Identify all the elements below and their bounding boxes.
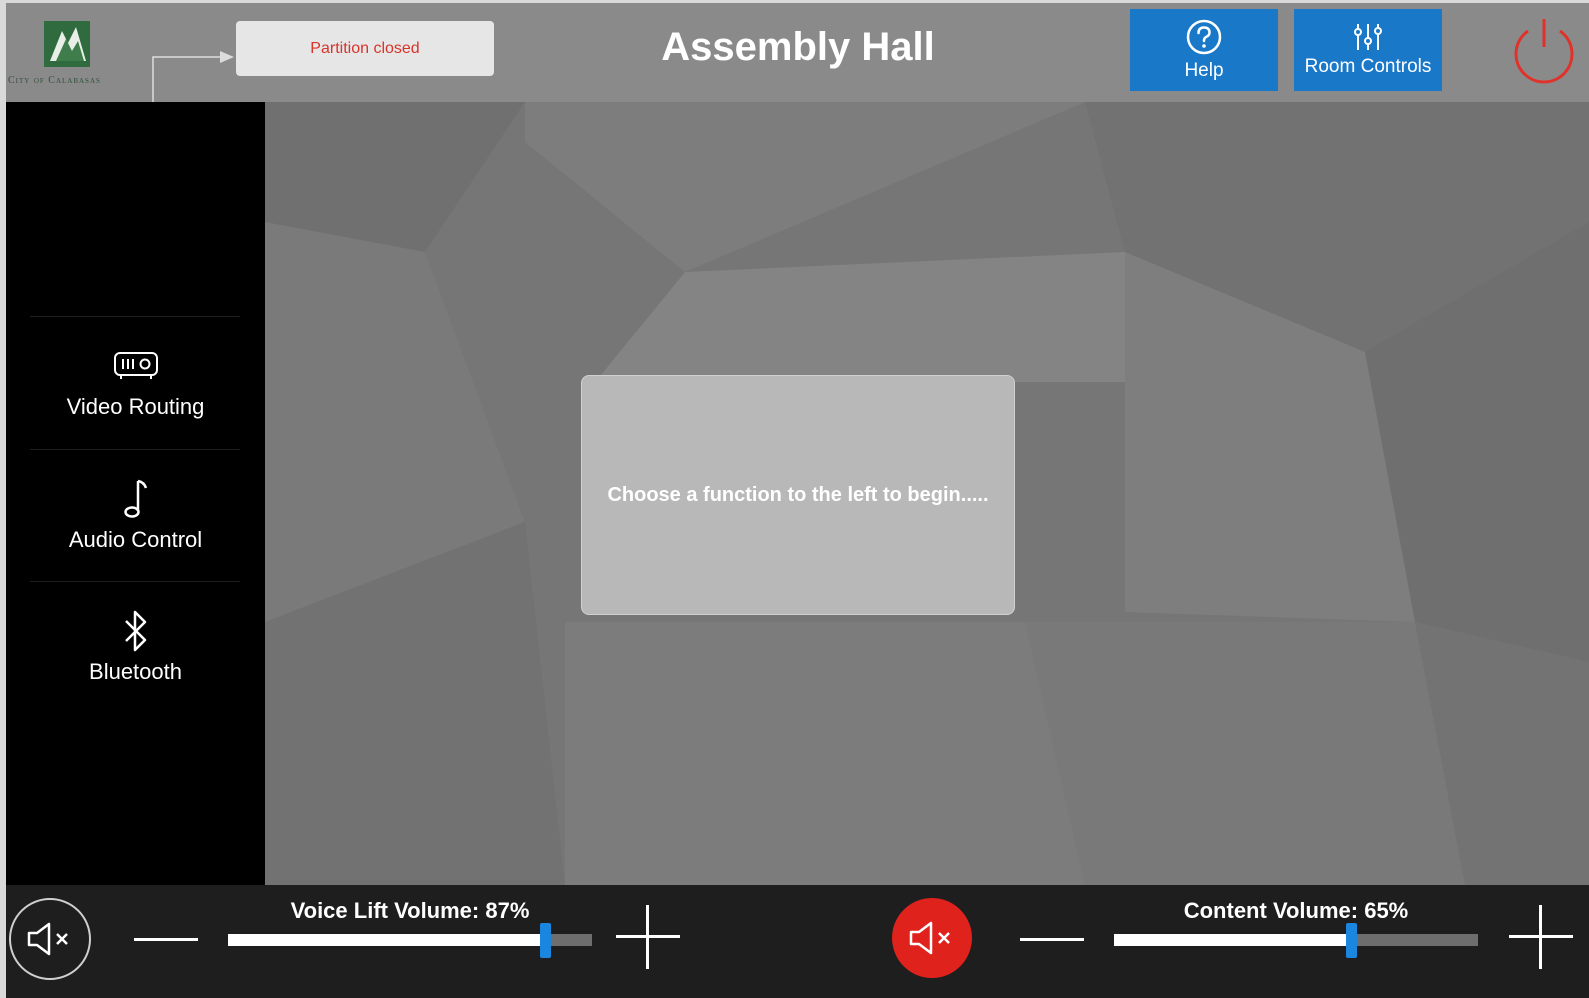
voice-lift-volume-label: Voice Lift Volume: 87%: [290, 898, 530, 923]
city-seal-icon: [44, 21, 90, 67]
main-content-area: Choose a function to the left to begin..…: [265, 102, 1589, 885]
function-sidebar: Video Routing Audio Control Bluetooth: [6, 102, 265, 885]
speaker-mute-icon: [27, 922, 68, 956]
content-volume-label: Content Volume: 65%: [1183, 898, 1409, 923]
volume-footer: Voice Lift Volume: 87% Content Volume: 6…: [6, 885, 1589, 998]
voice-lift-mute-button[interactable]: [9, 898, 91, 980]
plus-icon: [616, 905, 680, 969]
content-volume-down-button[interactable]: [1020, 925, 1084, 955]
projector-icon: [113, 352, 158, 379]
content-mute-button[interactable]: [892, 898, 972, 978]
sidebar-item-bluetooth[interactable]: Bluetooth: [6, 582, 265, 712]
touch-panel: City of Calabasas Partition closed Assem…: [6, 3, 1589, 998]
sidebar-item-audio-control[interactable]: Audio Control: [6, 450, 265, 580]
help-icon: [1186, 19, 1222, 55]
room-title: Assembly Hall: [661, 25, 935, 69]
voice-lift-volume-fill: [228, 934, 545, 946]
minus-icon: [134, 938, 198, 941]
sliders-icon: [1354, 24, 1382, 50]
room-controls-label: Room Controls: [1304, 56, 1432, 77]
plus-icon: [1509, 905, 1573, 969]
help-label: Help: [1184, 60, 1224, 81]
sidebar-item-label: Video Routing: [66, 394, 205, 419]
sidebar-item-label: Bluetooth: [89, 659, 182, 684]
voice-lift-volume-slider[interactable]: [228, 923, 592, 958]
header-bar: City of Calabasas Partition closed Assem…: [6, 3, 1589, 125]
sidebar-item-video-routing[interactable]: Video Routing: [6, 317, 265, 447]
content-volume-fill: [1114, 934, 1351, 946]
bluetooth-icon: [124, 610, 146, 652]
content-volume-up-button[interactable]: [1509, 905, 1573, 969]
content-volume-thumb[interactable]: [1346, 923, 1357, 958]
voice-lift-volume-thumb[interactable]: [540, 923, 551, 958]
speaker-mute-icon: [909, 921, 950, 955]
partition-status[interactable]: Partition closed: [236, 21, 494, 76]
prompt-message: Choose a function to the left to begin..…: [581, 375, 1015, 615]
sidebar-item-label: Audio Control: [68, 527, 203, 552]
city-logo: City of Calabasas: [6, 21, 132, 91]
music-note-icon: [123, 479, 147, 518]
voice-lift-volume-down-button[interactable]: [134, 925, 198, 955]
help-button[interactable]: Help: [1130, 9, 1278, 91]
minus-icon: [1020, 938, 1084, 941]
power-icon[interactable]: [1506, 17, 1589, 87]
room-controls-button[interactable]: Room Controls: [1294, 9, 1442, 91]
logo-text: City of Calabasas: [8, 75, 101, 86]
content-volume-slider[interactable]: [1114, 923, 1478, 958]
voice-lift-volume-up-button[interactable]: [616, 905, 680, 969]
